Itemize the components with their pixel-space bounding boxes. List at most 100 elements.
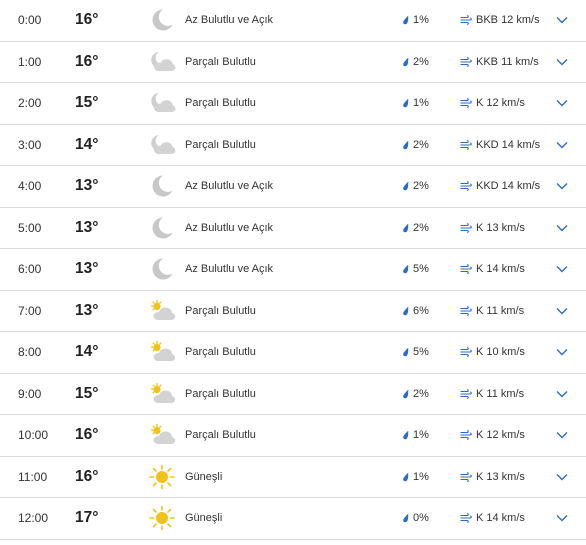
precipitation-chance: 1% — [413, 470, 429, 483]
moon-icon — [148, 215, 176, 241]
sun-cloud-icon — [148, 381, 176, 407]
hourly-row[interactable]: 11:00 16° Güneşli 1% K 13 km/s — [0, 457, 586, 498]
raindrop-icon — [402, 15, 410, 25]
hourly-row[interactable]: 9:00 15° Parçalı Bulutlu 2% K 11 km/s — [0, 374, 586, 415]
wind-icon — [460, 98, 472, 109]
sun-cloud-icon — [148, 339, 176, 365]
wind-info: K 14 km/s — [476, 512, 525, 525]
wind-icon — [460, 388, 472, 399]
chevron-down-icon[interactable] — [555, 223, 569, 233]
hourly-row[interactable]: 6:00 13° Az Bulutlu ve Açık 5% K 14 km/s — [0, 249, 586, 291]
hourly-row[interactable]: 5:00 13° Az Bulutlu ve Açık 2% K 13 km/s — [0, 208, 586, 249]
hourly-row[interactable]: 8:00 14° Parçalı Bulutlu 5% K 10 km/s — [0, 332, 586, 374]
wind-icon — [460, 15, 472, 26]
chevron-down-icon[interactable] — [555, 140, 569, 150]
hour-temperature: 13° — [75, 218, 99, 236]
hour-condition: Parçalı Bulutlu — [185, 304, 256, 317]
hour-temperature: 15° — [75, 384, 99, 402]
hour-condition: Parçalı Bulutlu — [185, 138, 256, 151]
hourly-row[interactable]: 10:00 16° Parçalı Bulutlu 1% K 12 km/s — [0, 415, 586, 457]
hour-temperature: 14° — [75, 343, 99, 361]
raindrop-icon — [402, 223, 410, 233]
precipitation-chance: 2% — [413, 221, 429, 234]
hour-condition: Parçalı Bulutlu — [185, 97, 256, 110]
chevron-down-icon[interactable] — [555, 513, 569, 523]
moon-cloud-icon — [148, 132, 176, 158]
hourly-row[interactable]: 3:00 14° Parçalı Bulutlu 2% KKD 14 km/s — [0, 125, 586, 166]
chevron-down-icon[interactable] — [555, 181, 569, 191]
moon-icon — [148, 7, 176, 33]
wind-info: K 10 km/s — [476, 346, 525, 359]
hourly-row[interactable]: 7:00 13° Parçalı Bulutlu 6% K 11 km/s — [0, 291, 586, 332]
hour-temperature: 17° — [75, 509, 99, 527]
moon-icon — [148, 256, 176, 282]
wind-info: KKB 11 km/s — [476, 55, 539, 68]
hourly-row[interactable]: 0:00 16° Az Bulutlu ve Açık 1% BKB 12 km… — [0, 0, 586, 42]
hour-time: 0:00 — [18, 13, 42, 28]
hour-condition: Güneşli — [185, 470, 223, 483]
precipitation-chance: 2% — [413, 138, 429, 151]
hour-time: 12:00 — [18, 511, 49, 526]
hour-condition: Parçalı Bulutlu — [185, 387, 256, 400]
wind-info: K 12 km/s — [476, 429, 525, 442]
hour-condition: Güneşli — [185, 512, 223, 525]
chevron-down-icon[interactable] — [555, 430, 569, 440]
chevron-down-icon[interactable] — [555, 472, 569, 482]
raindrop-icon — [402, 347, 410, 357]
precipitation-chance: 1% — [413, 14, 429, 27]
sun-icon — [148, 505, 176, 531]
raindrop-icon — [402, 513, 410, 523]
wind-icon — [460, 181, 472, 192]
chevron-down-icon[interactable] — [555, 15, 569, 25]
hourly-row[interactable]: 12:00 17° Güneşli 0% K 14 km/s — [0, 498, 586, 540]
hour-time: 11:00 — [18, 469, 48, 484]
wind-icon — [460, 430, 472, 441]
hour-condition: Az Bulutlu ve Açık — [185, 221, 274, 234]
wind-icon — [460, 222, 472, 233]
wind-icon — [460, 264, 472, 275]
wind-info: K 11 km/s — [476, 387, 525, 400]
chevron-down-icon[interactable] — [555, 306, 569, 316]
hourly-row[interactable]: 1:00 16° Parçalı Bulutlu 2% KKB 11 km/s — [0, 42, 586, 83]
hour-time: 2:00 — [18, 96, 42, 111]
raindrop-icon — [402, 264, 410, 274]
chevron-down-icon[interactable] — [555, 98, 569, 108]
wind-info: KKD 14 km/s — [476, 180, 541, 193]
hour-temperature: 15° — [75, 94, 99, 112]
raindrop-icon — [402, 306, 410, 316]
raindrop-icon — [402, 472, 410, 482]
chevron-down-icon[interactable] — [555, 264, 569, 274]
hour-condition: Parçalı Bulutlu — [185, 429, 256, 442]
hour-condition: Parçalı Bulutlu — [185, 346, 256, 359]
chevron-down-icon[interactable] — [555, 389, 569, 399]
precipitation-chance: 2% — [413, 180, 429, 193]
hour-time: 7:00 — [18, 303, 42, 318]
hour-temperature: 16° — [75, 467, 99, 485]
hour-condition: Az Bulutlu ve Açık — [185, 180, 274, 193]
hour-time: 8:00 — [18, 345, 42, 360]
hourly-forecast-list: 0:00 16° Az Bulutlu ve Açık 1% BKB 12 km… — [0, 0, 586, 540]
precipitation-chance: 1% — [413, 97, 429, 110]
wind-icon — [460, 139, 472, 150]
hour-condition: Az Bulutlu ve Açık — [185, 14, 274, 27]
chevron-down-icon[interactable] — [555, 347, 569, 357]
raindrop-icon — [402, 181, 410, 191]
hourly-row[interactable]: 4:00 13° Az Bulutlu ve Açık 2% KKD 14 km… — [0, 166, 586, 208]
sun-icon — [148, 464, 176, 490]
wind-info: KKD 14 km/s — [476, 138, 541, 151]
hour-temperature: 16° — [75, 426, 99, 444]
hourly-row[interactable]: 2:00 15° Parçalı Bulutlu 1% K 12 km/s — [0, 83, 586, 125]
raindrop-icon — [402, 98, 410, 108]
wind-info: K 11 km/s — [476, 304, 525, 317]
hour-condition: Parçalı Bulutlu — [185, 55, 256, 68]
hour-temperature: 13° — [75, 301, 99, 319]
hour-time: 9:00 — [18, 386, 42, 401]
hour-temperature: 13° — [75, 177, 99, 195]
raindrop-icon — [402, 57, 410, 67]
wind-info: K 13 km/s — [476, 470, 525, 483]
hour-time: 10:00 — [18, 428, 49, 443]
precipitation-chance: 6% — [413, 304, 429, 317]
chevron-down-icon[interactable] — [555, 57, 569, 67]
sun-cloud-icon — [148, 422, 176, 448]
wind-icon — [460, 56, 472, 67]
